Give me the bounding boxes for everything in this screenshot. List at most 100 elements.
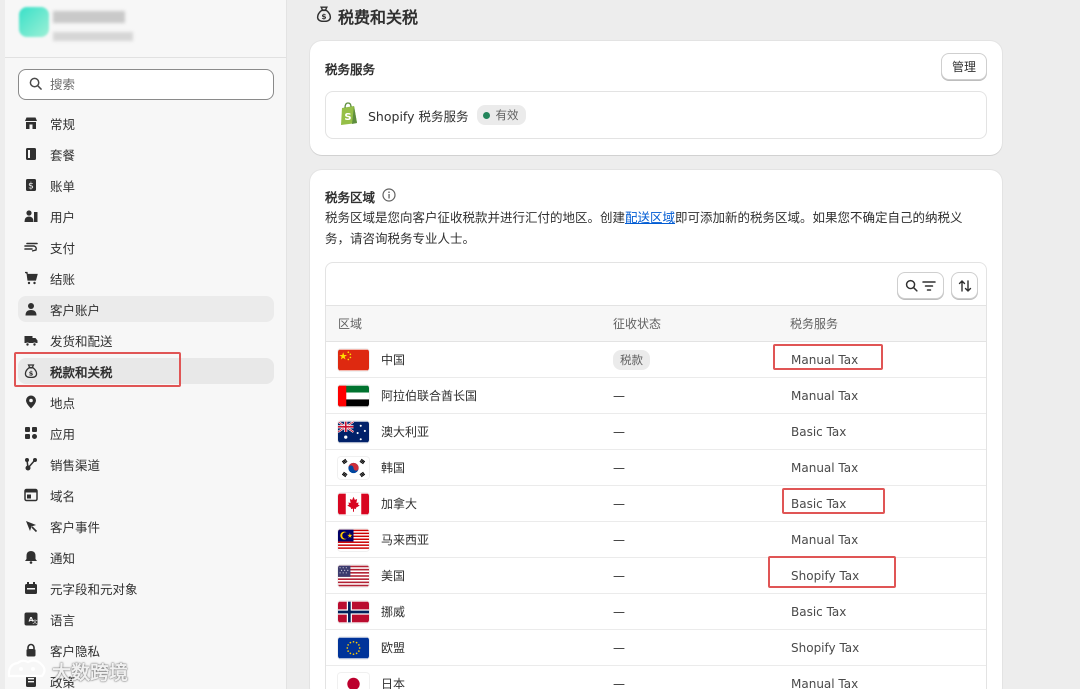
svg-text:$: $ <box>321 12 326 21</box>
active-dot-icon <box>483 111 491 119</box>
svg-text:$: $ <box>29 369 34 377</box>
region-name: 加拿大 <box>381 497 418 511</box>
tax-service-cell: Basic Tax <box>791 424 847 439</box>
cart-icon <box>24 271 38 285</box>
flag-japan-icon <box>338 673 369 689</box>
region-name: 韩国 <box>381 461 406 475</box>
column-header-status[interactable]: 征收状态 <box>613 315 790 332</box>
settings-search[interactable] <box>18 69 274 100</box>
table-row[interactable]: 马来西亚 — Manual Tax <box>326 522 986 558</box>
sidebar-item-metafields[interactable]: 元字段和元对象 <box>18 575 274 601</box>
status-cell: — <box>613 388 625 403</box>
page-title-text: 税费和关税 <box>338 8 419 27</box>
table-toolbar <box>326 263 986 306</box>
tax-service-cell: Shopify Tax <box>791 640 860 655</box>
settings-nav: 常规 套餐 $ 账单 用户 支付 结账 客户账户 发货和配送 $ 税款和关税 地… <box>18 110 274 689</box>
info-icon[interactable] <box>382 188 396 205</box>
table-row[interactable]: 韩国 — Manual Tax <box>326 450 986 486</box>
channels-icon <box>24 457 38 471</box>
sidebar-item-locations[interactable]: 地点 <box>18 389 274 415</box>
sort-icon <box>958 279 971 292</box>
tax-regions-card: 税务区域 税务区域是您向客户征收税款并进行汇付的地区。创建配送区域即可添加新的税… <box>310 170 1002 689</box>
region-cell: 马来西亚 <box>326 529 613 551</box>
flag-australia-icon <box>338 420 369 443</box>
sidebar-item-billing[interactable]: $ 账单 <box>18 172 274 198</box>
region-name: 阿拉伯联合酋长国 <box>381 389 478 403</box>
region-name: 中国 <box>381 353 406 367</box>
search-filter-button[interactable] <box>897 272 944 299</box>
tax-bag-icon: $ <box>24 364 38 378</box>
table-row[interactable]: 挪威 — Basic Tax <box>326 594 986 630</box>
sidebar-item-label: 客户事件 <box>50 519 101 535</box>
svg-text:$: $ <box>28 182 34 192</box>
sidebar-item-domains[interactable]: 域名 <box>18 482 274 508</box>
tax-service-cell: Basic Tax <box>791 496 847 511</box>
table-row[interactable]: 加拿大 — Basic Tax <box>326 486 986 522</box>
sidebar-item-label: 套餐 <box>50 147 76 163</box>
sidebar-item-notifications[interactable]: 通知 <box>18 544 274 570</box>
sidebar-item-customer-events[interactable]: 客户事件 <box>18 513 274 539</box>
tax-service-title: 税务服务 <box>325 62 376 77</box>
sidebar-item-label: 账单 <box>50 178 76 194</box>
column-header-region[interactable]: 区域 <box>326 315 613 332</box>
bell-icon <box>24 550 38 564</box>
sidebar-item-users[interactable]: 用户 <box>18 203 274 229</box>
location-icon <box>24 395 38 409</box>
tax-bag-icon: $ <box>316 6 332 26</box>
region-cell: 欧盟 <box>326 637 613 659</box>
sidebar-item-general[interactable]: 常规 <box>18 110 274 136</box>
table-row[interactable]: 阿拉伯联合酋长国 — Manual Tax <box>326 378 986 414</box>
region-cell: 日本 <box>326 673 613 689</box>
region-cell: 阿拉伯联合酋长国 <box>326 385 613 407</box>
manage-button[interactable]: 管理 <box>941 53 987 80</box>
table-row[interactable]: 美国 — Shopify Tax <box>326 558 986 594</box>
shopify-tax-service-row[interactable]: S Shopify 税务服务 有效 <box>325 91 987 139</box>
sidebar-item-customer-accounts[interactable]: 客户账户 <box>18 296 274 322</box>
sidebar-item-label: 税款和关税 <box>50 364 113 380</box>
payment-icon <box>24 240 38 254</box>
search-icon <box>905 279 918 292</box>
lock-icon <box>24 643 38 657</box>
filter-icon <box>922 280 936 291</box>
region-name: 美国 <box>381 569 406 583</box>
status-cell: — <box>613 424 625 439</box>
sort-button[interactable] <box>951 272 978 299</box>
globe-icon <box>24 488 38 502</box>
sidebar-item-apps[interactable]: 应用 <box>18 420 274 446</box>
table-row[interactable]: 欧盟 — Shopify Tax <box>326 630 986 666</box>
flag-china-icon <box>338 349 369 371</box>
search-input[interactable] <box>50 77 250 92</box>
table-header: 区域 征收状态 税务服务 <box>326 306 986 342</box>
settings-sidebar: 常规 套餐 $ 账单 用户 支付 结账 客户账户 发货和配送 <box>5 0 287 689</box>
events-icon <box>24 519 38 533</box>
sidebar-item-label: 结账 <box>50 271 76 287</box>
status-cell: — <box>613 568 625 583</box>
shopify-bag-icon: S <box>339 101 359 129</box>
shipping-zones-link[interactable]: 配送区域 <box>625 210 675 225</box>
sidebar-item-shipping[interactable]: 发货和配送 <box>18 327 274 353</box>
sidebar-item-taxes-duties[interactable]: $ 税款和关税 <box>18 358 274 384</box>
sidebar-item-label: 通知 <box>50 550 76 566</box>
sidebar-item-payments[interactable]: 支付 <box>18 234 274 260</box>
sidebar-item-plan[interactable]: 套餐 <box>18 141 274 167</box>
sidebar-item-languages[interactable]: A文 语言 <box>18 606 274 632</box>
language-icon: A文 <box>24 612 38 626</box>
store-header[interactable] <box>5 0 286 58</box>
tax-regions-title: 税务区域 <box>325 190 376 205</box>
sidebar-item-sales-channels[interactable]: 销售渠道 <box>18 451 274 477</box>
region-cell: 澳大利亚 <box>326 420 613 443</box>
region-name: 澳大利亚 <box>381 425 430 439</box>
search-icon <box>29 77 42 93</box>
collection-status-badge: 税款 <box>613 349 650 370</box>
table-row[interactable]: 日本 — Manual Tax <box>326 666 986 689</box>
sidebar-item-label: 语言 <box>50 612 76 628</box>
sidebar-item-label: 销售渠道 <box>50 457 101 473</box>
sidebar-item-checkout[interactable]: 结账 <box>18 265 274 291</box>
table-row[interactable]: 中国 税款 Manual Tax <box>326 342 986 378</box>
sidebar-item-label: 应用 <box>50 426 76 442</box>
table-row[interactable]: 澳大利亚 — Basic Tax <box>326 414 986 450</box>
region-name: 欧盟 <box>381 641 406 655</box>
tax-service-cell: Manual Tax <box>791 388 859 403</box>
region-name: 日本 <box>381 677 406 689</box>
column-header-service[interactable]: 税务服务 <box>790 315 986 332</box>
